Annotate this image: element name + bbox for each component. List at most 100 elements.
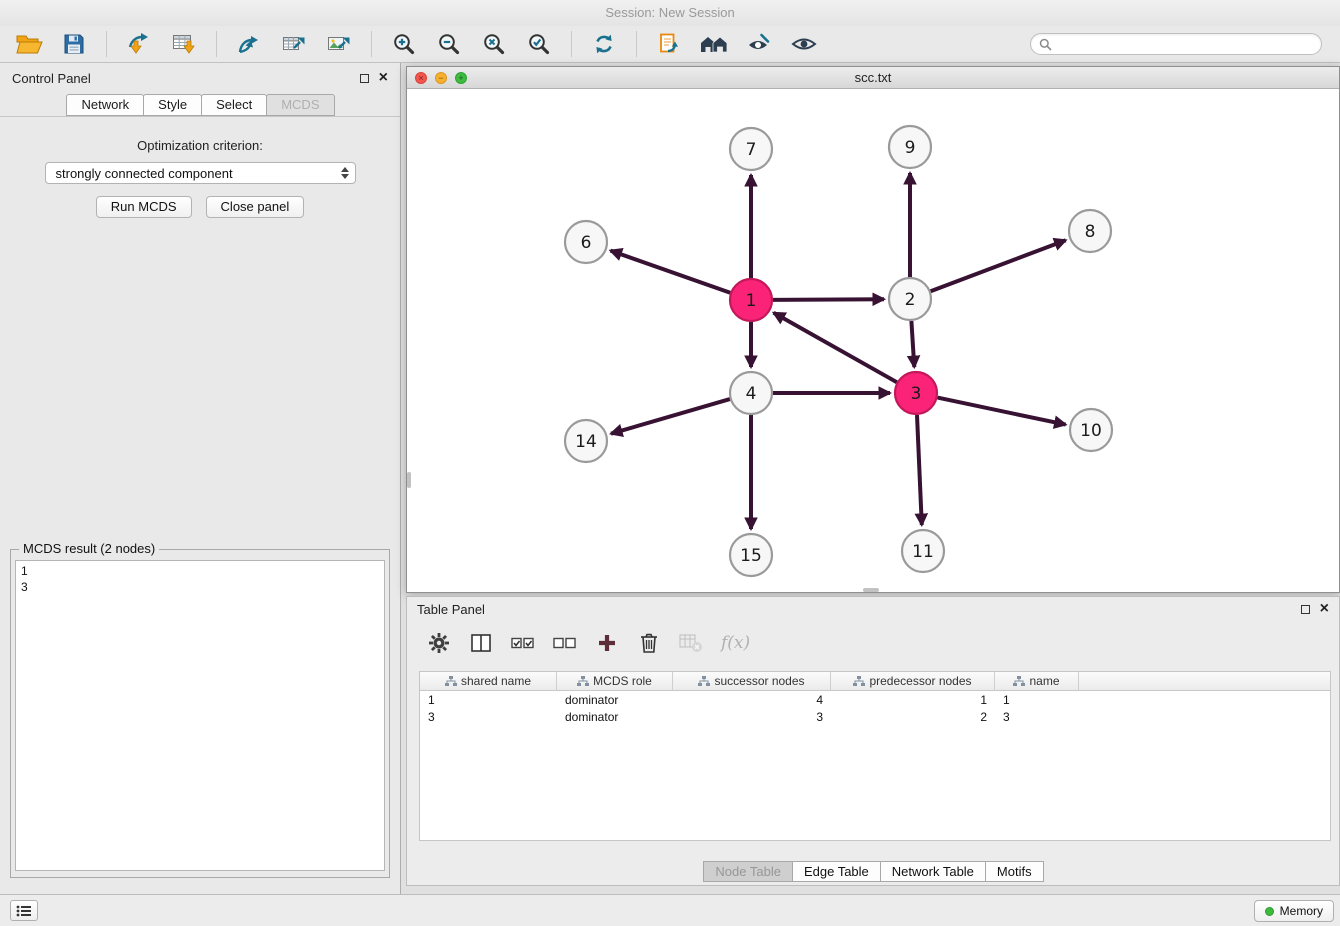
close-window-button[interactable]: × xyxy=(415,72,427,84)
save-floppy-icon xyxy=(63,33,85,55)
graph-node-11[interactable]: 11 xyxy=(902,530,944,572)
table-row[interactable]: 3 dominator 3 2 3 xyxy=(420,708,1330,725)
svg-text:2: 2 xyxy=(905,290,916,310)
open-document-share-button[interactable] xyxy=(652,28,686,60)
graph-node-15[interactable]: 15 xyxy=(730,534,772,576)
gear-icon xyxy=(428,632,450,654)
show-graphics-button[interactable] xyxy=(787,28,821,60)
cell-name: 3 xyxy=(995,710,1079,724)
refresh-view-button[interactable] xyxy=(587,28,621,60)
graph-node-6[interactable]: 6 xyxy=(565,221,607,263)
import-network-file-button[interactable] xyxy=(122,28,156,60)
unselect-all-columns-button[interactable] xyxy=(553,630,577,656)
zoom-out-icon xyxy=(437,32,461,56)
column-header-successor-nodes[interactable]: successor nodes xyxy=(673,672,831,690)
graph-edge-2-3[interactable] xyxy=(911,321,914,367)
graph-node-1[interactable]: 1 xyxy=(730,279,772,321)
graph-node-3[interactable]: 3 xyxy=(895,372,937,414)
memory-button[interactable]: Memory xyxy=(1254,900,1334,922)
graph-edge-1-6[interactable] xyxy=(611,251,731,293)
graph-edge-1-2[interactable] xyxy=(773,299,884,300)
maximize-window-button[interactable]: + xyxy=(455,72,467,84)
graph-edge-3-11[interactable] xyxy=(917,415,922,525)
home-button[interactable] xyxy=(697,28,731,60)
tab-node-table[interactable]: Node Table xyxy=(703,861,793,882)
network-window-titlebar[interactable]: scc.txt × − + xyxy=(407,67,1339,89)
network-share-button[interactable] xyxy=(232,28,266,60)
graph-node-14[interactable]: 14 xyxy=(565,420,607,462)
tab-motifs[interactable]: Motifs xyxy=(985,861,1044,882)
save-session-button[interactable] xyxy=(57,28,91,60)
function-builder-button[interactable]: f(x) xyxy=(721,630,750,656)
cell-mcds-role: dominator xyxy=(557,710,673,724)
apply-style-button[interactable] xyxy=(742,28,776,60)
zoom-selected-icon xyxy=(527,32,551,56)
control-panel-tabs: Network Style Select MCDS xyxy=(0,93,400,117)
zoom-in-button[interactable] xyxy=(387,28,421,60)
criterion-dropdown[interactable]: strongly connected component xyxy=(45,162,356,184)
table-row[interactable]: 1 dominator 4 1 1 xyxy=(420,691,1330,708)
close-table-panel-icon[interactable]: × xyxy=(1320,603,1329,615)
column-header-shared-name[interactable]: shared name xyxy=(420,672,557,690)
column-header-name[interactable]: name xyxy=(995,672,1079,690)
mcds-result-list[interactable]: 1 3 xyxy=(15,560,385,871)
toolbar-separator xyxy=(371,31,372,57)
mcds-result-line: 3 xyxy=(21,579,379,595)
zoom-out-button[interactable] xyxy=(432,28,466,60)
export-table-icon xyxy=(281,32,307,56)
float-table-panel-icon[interactable] xyxy=(1301,605,1310,614)
search-input[interactable] xyxy=(1057,37,1313,51)
import-table-file-button[interactable] xyxy=(167,28,201,60)
column-header-mcds-role[interactable]: MCDS role xyxy=(557,672,673,690)
node-table: shared name MCDS role successor nodes pr… xyxy=(419,671,1331,841)
network-view-window: scc.txt × − + 7 9 6 8 1 2 4 3 14 10 15 11 xyxy=(406,66,1340,593)
graph-edge-4-14[interactable] xyxy=(611,399,730,434)
add-row-button[interactable] xyxy=(595,630,619,656)
table-tabs: Node Table Edge Table Network Table Moti… xyxy=(407,861,1339,882)
graph-node-2[interactable]: 2 xyxy=(889,278,931,320)
select-all-columns-button[interactable] xyxy=(511,630,535,656)
graph-edge-2-8[interactable] xyxy=(931,240,1066,291)
graph-node-10[interactable]: 10 xyxy=(1070,409,1112,451)
graph-edge-3-1[interactable] xyxy=(774,313,897,382)
show-columns-button[interactable] xyxy=(469,630,493,656)
close-panel-button[interactable]: Close panel xyxy=(206,196,305,218)
open-session-button[interactable] xyxy=(12,28,46,60)
run-mcds-button[interactable]: Run MCDS xyxy=(96,196,192,218)
toggle-panel-button[interactable] xyxy=(10,900,38,921)
horizontal-scroll-nub[interactable] xyxy=(863,588,879,592)
export-image-button[interactable] xyxy=(322,28,356,60)
memory-status-dot-icon xyxy=(1265,907,1274,916)
graph-node-8[interactable]: 8 xyxy=(1069,210,1111,252)
delete-table-button[interactable] xyxy=(679,630,703,656)
svg-text:7: 7 xyxy=(746,140,757,160)
network-canvas[interactable]: 7 9 6 8 1 2 4 3 14 10 15 11 xyxy=(407,90,1339,592)
float-panel-icon[interactable] xyxy=(360,74,369,83)
tab-style[interactable]: Style xyxy=(143,94,202,116)
table-settings-button[interactable] xyxy=(427,630,451,656)
network-graph[interactable]: 7 9 6 8 1 2 4 3 14 10 15 11 xyxy=(407,90,1339,592)
svg-text:10: 10 xyxy=(1080,421,1102,441)
graph-node-4[interactable]: 4 xyxy=(730,372,772,414)
close-panel-icon[interactable]: × xyxy=(379,72,388,84)
optimization-criterion-label: Optimization criterion: xyxy=(0,138,400,153)
graph-node-7[interactable]: 7 xyxy=(730,128,772,170)
tab-edge-table[interactable]: Edge Table xyxy=(792,861,881,882)
tab-mcds[interactable]: MCDS xyxy=(266,94,334,116)
cell-mcds-role: dominator xyxy=(557,693,673,707)
zoom-fit-button[interactable] xyxy=(477,28,511,60)
tab-network[interactable]: Network xyxy=(66,94,144,116)
window-titlebar[interactable]: Session: New Session xyxy=(0,0,1340,26)
zoom-selected-button[interactable] xyxy=(522,28,556,60)
delete-row-button[interactable] xyxy=(637,630,661,656)
fx-icon: f(x) xyxy=(721,633,750,653)
graph-node-9[interactable]: 9 xyxy=(889,126,931,168)
column-header-predecessor-nodes[interactable]: predecessor nodes xyxy=(831,672,995,690)
minimize-window-button[interactable]: − xyxy=(435,72,447,84)
tab-network-table[interactable]: Network Table xyxy=(880,861,986,882)
vertical-scroll-nub[interactable] xyxy=(407,472,411,488)
search-box[interactable] xyxy=(1030,33,1322,55)
graph-edge-3-10[interactable] xyxy=(938,398,1066,425)
export-table-button[interactable] xyxy=(277,28,311,60)
tab-select[interactable]: Select xyxy=(201,94,267,116)
